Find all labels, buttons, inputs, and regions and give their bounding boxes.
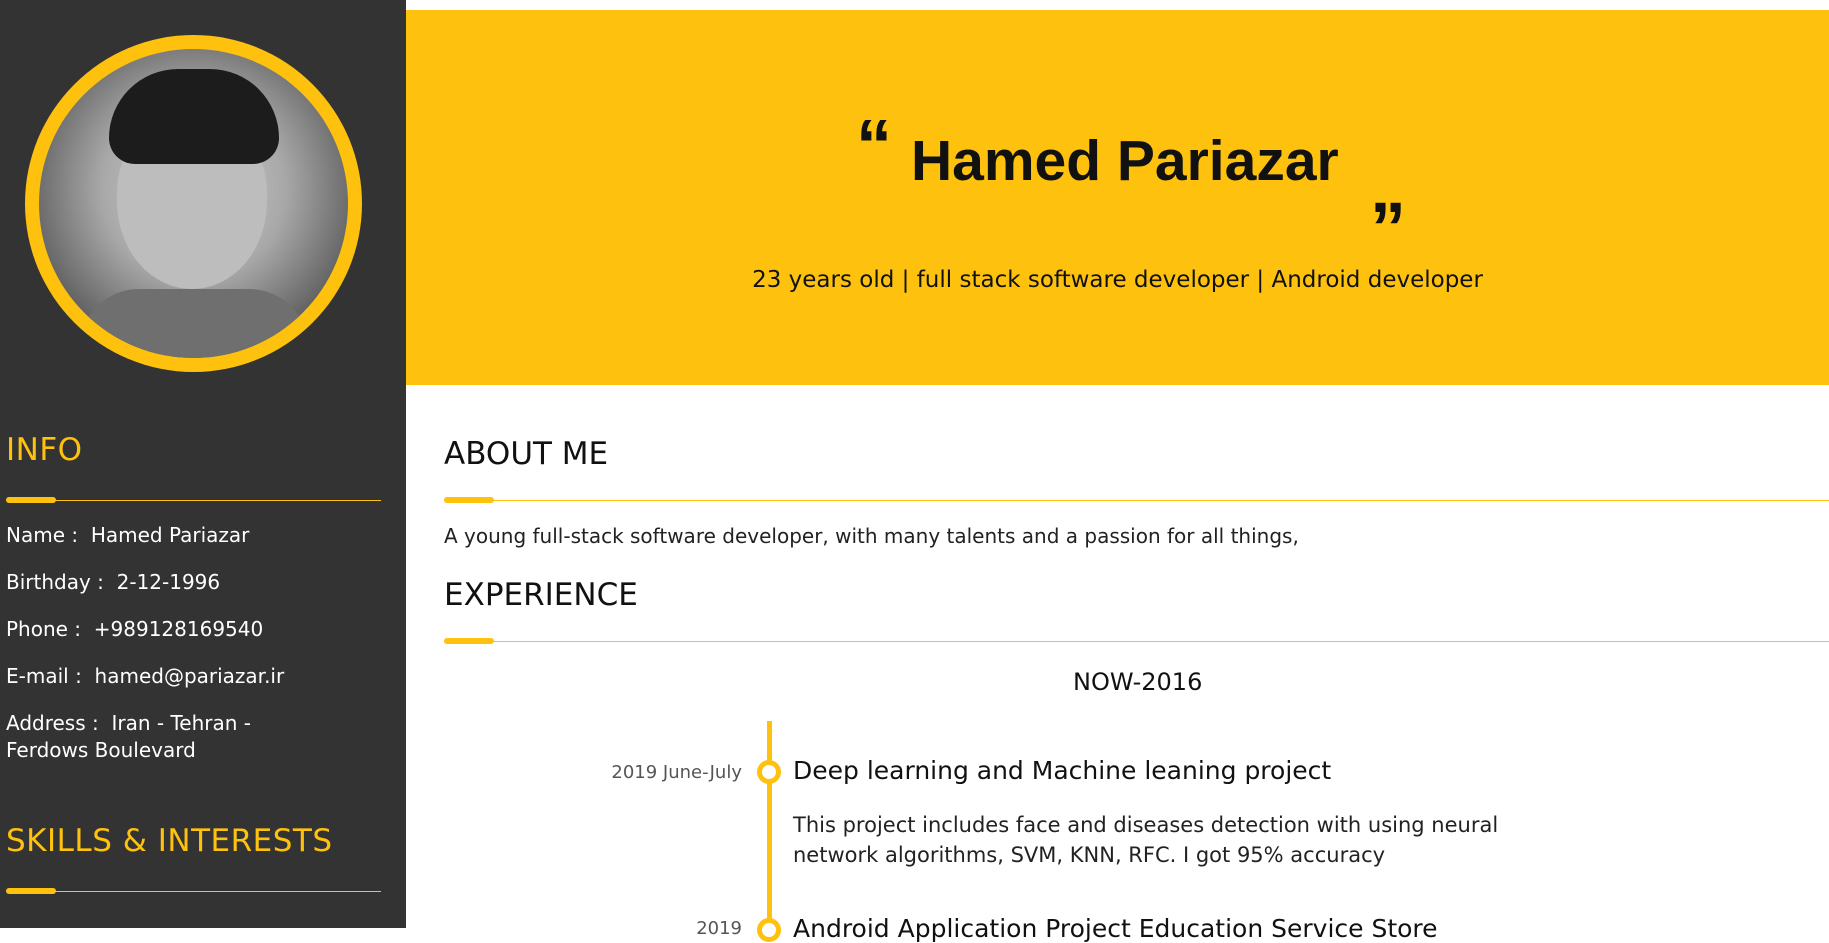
timeline-date: 2019 <box>696 918 742 939</box>
info-name-label: Name <box>6 523 66 547</box>
about-divider <box>444 497 1829 503</box>
info-birthday-row: Birthday : 2-12-1996 <box>6 570 221 594</box>
timeline-line <box>767 721 772 928</box>
experience-heading: EXPERIENCE <box>444 577 638 613</box>
timeline-dot <box>757 918 781 942</box>
avatar-frame <box>25 35 362 372</box>
experience-divider-accent <box>444 638 494 644</box>
open-quote-mark: “ <box>856 106 892 186</box>
avatar-shirt <box>79 289 309 358</box>
timeline-title: Android Application Project Education Se… <box>793 914 1438 943</box>
hero-name: Hamed Pariazar <box>911 129 1339 193</box>
about-heading: ABOUT ME <box>444 436 609 472</box>
info-divider <box>6 497 381 503</box>
info-email-value[interactable]: hamed@pariazar.ir <box>95 664 285 688</box>
info-divider-accent <box>6 497 56 503</box>
info-email-row: E-mail : hamed@pariazar.ir <box>6 664 285 688</box>
about-text: A young full-stack software developer, w… <box>444 524 1299 548</box>
about-divider-accent <box>444 497 494 503</box>
skills-divider <box>6 888 381 894</box>
skills-divider-accent <box>6 888 56 894</box>
hero-banner: “ Hamed Pariazar „ 23 years old | full s… <box>406 10 1829 385</box>
close-quote-mark: „ <box>1370 148 1406 228</box>
info-phone-value[interactable]: +989128169540 <box>94 617 263 641</box>
hero-tagline: 23 years old | full stack software devel… <box>752 267 1483 293</box>
info-birthday-value: 2-12-1996 <box>116 570 221 594</box>
info-birthday-label: Birthday <box>6 570 91 594</box>
info-name-row: Name : Hamed Pariazar <box>6 523 250 547</box>
info-email-label: E-mail <box>6 664 69 688</box>
info-address-label: Address <box>6 711 86 735</box>
info-address-row: Address : Iran - Tehran - Ferdows Boulev… <box>6 711 251 762</box>
info-phone-label: Phone <box>6 617 68 641</box>
avatar-hair <box>109 69 279 164</box>
experience-period: NOW-2016 <box>1073 668 1203 696</box>
info-heading: INFO <box>6 432 83 468</box>
info-name-value: Hamed Pariazar <box>90 523 250 547</box>
avatar <box>39 49 348 358</box>
sidebar: INFO Name : Hamed Pariazar Birthday : 2-… <box>0 0 406 928</box>
timeline-dot <box>757 760 781 784</box>
timeline-description: This project includes face and diseases … <box>793 813 1499 867</box>
skills-heading: SKILLS & INTERESTS <box>6 823 333 859</box>
timeline-date: 2019 June-July <box>611 762 742 783</box>
experience-divider <box>444 638 1829 644</box>
timeline-title: Deep learning and Machine leaning projec… <box>793 756 1332 785</box>
info-phone-row: Phone : +989128169540 <box>6 617 264 641</box>
